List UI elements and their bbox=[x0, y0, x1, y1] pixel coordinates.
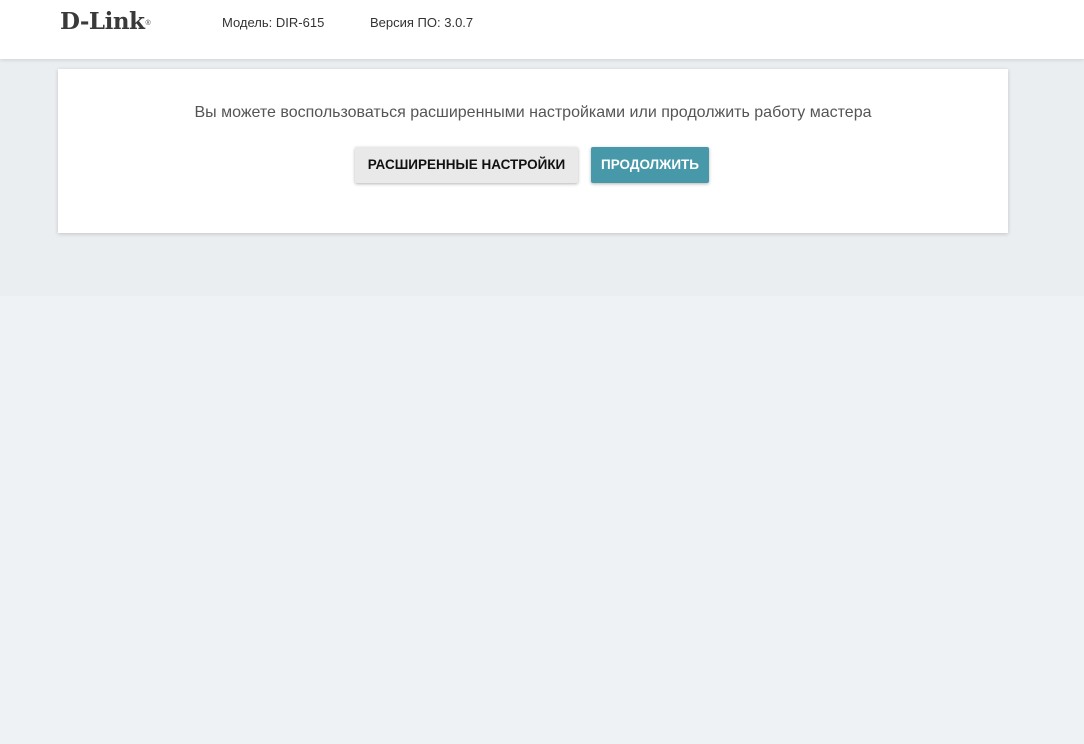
top-header: D-Link® Модель: DIR-615 Версия ПО: 3.0.7 bbox=[0, 0, 1084, 59]
firmware-version-label: Версия ПО: 3.0.7 bbox=[370, 15, 474, 30]
registered-mark: ® bbox=[145, 20, 151, 27]
logo-text: D-Link bbox=[60, 8, 145, 35]
dlink-logo: D-Link® bbox=[60, 8, 151, 35]
wizard-message: Вы можете воспользоваться расширенными н… bbox=[194, 104, 872, 121]
advanced-settings-button[interactable]: РАСШИРЕННЫЕ НАСТРОЙКИ bbox=[355, 147, 578, 183]
model-label: Модель: DIR-615 bbox=[222, 15, 325, 30]
wizard-card: Вы можете воспользоваться расширенными н… bbox=[58, 69, 1008, 233]
continue-button[interactable]: ПРОДОЛЖИТЬ bbox=[591, 147, 709, 183]
